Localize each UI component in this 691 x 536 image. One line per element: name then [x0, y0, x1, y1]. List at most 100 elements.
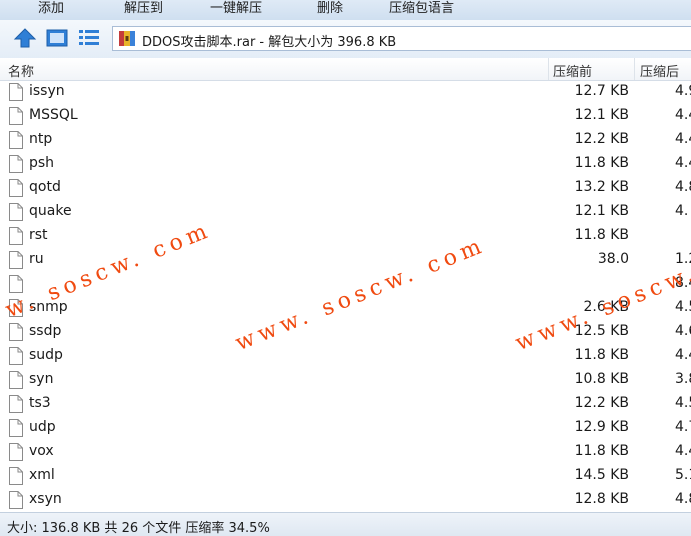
file-original-size: 11.8 KB [574, 155, 629, 171]
file-name: sudp [29, 347, 63, 363]
file-original-size: 12.9 KB [574, 419, 629, 435]
file-icon [9, 467, 23, 485]
file-original-size: 38.0 [597, 251, 629, 267]
file-icon [9, 155, 23, 173]
file-icon [9, 107, 23, 125]
column-original-size[interactable]: 压缩前 [553, 61, 592, 80]
file-row[interactable]: psh 11.8 KB 4.4 [0, 152, 691, 176]
file-row[interactable]: udp 12.9 KB 4.7 [0, 416, 691, 440]
file-row[interactable]: MSSQL 12.1 KB 4.4 [0, 104, 691, 128]
file-packed-size: 4.8 [675, 491, 691, 507]
file-icon [9, 275, 23, 293]
archive-path: DDOS攻击脚本.rar - 解包大小为 396.8 KB [142, 35, 397, 50]
file-packed-size: 4. [675, 203, 689, 219]
file-name: udp [29, 419, 56, 435]
file-name: quake [29, 203, 72, 219]
rar-archive-icon [119, 31, 135, 46]
file-packed-size: 4.8 [675, 179, 691, 195]
file-packed-size: 4.5 [675, 299, 691, 315]
file-name: ru [29, 251, 44, 267]
navigation-bar: DDOS攻击脚本.rar - 解包大小为 396.8 KB [0, 20, 691, 59]
file-packed-size: 4.9 [675, 83, 691, 99]
file-row[interactable]: xsyn 12.8 KB 4.8 [0, 488, 691, 512]
file-original-size: 12.7 KB [574, 83, 629, 99]
file-packed-size: 4.4 [675, 107, 691, 123]
file-icon [9, 131, 23, 149]
file-packed-size: 4.6 [675, 323, 691, 339]
file-original-size: 12.2 KB [574, 131, 629, 147]
file-row[interactable]: syn 10.8 KB 3.8 [0, 368, 691, 392]
file-icon [9, 395, 23, 413]
file-icon [9, 83, 23, 101]
file-name: ntp [29, 131, 53, 147]
file-name: MSSQL [29, 107, 78, 123]
add-button[interactable]: 添加 [38, 0, 64, 16]
file-row[interactable]: vox 11.8 KB 4.4 [0, 440, 691, 464]
file-name: vox [29, 443, 54, 459]
file-icon [9, 419, 23, 437]
list-view-icon [79, 30, 99, 45]
file-row[interactable]: qotd 13.2 KB 4.8 [0, 176, 691, 200]
file-icon [9, 251, 23, 269]
file-icon [9, 227, 23, 245]
file-original-size: 14.5 KB [574, 467, 629, 483]
column-header: 名称 压缩前 压缩后 [0, 58, 691, 81]
file-packed-size: 4.4 [675, 443, 691, 459]
file-packed-size: 4.4 [675, 347, 691, 363]
file-row[interactable]: ts3 12.2 KB 4.5 [0, 392, 691, 416]
address-bar[interactable]: DDOS攻击脚本.rar - 解包大小为 396.8 KB [112, 26, 691, 51]
file-original-size: 11.8 KB [574, 443, 629, 459]
one-click-extract-button[interactable]: 一键解压 [210, 0, 262, 16]
file-icon [9, 323, 23, 341]
file-row[interactable]: quake 12.1 KB 4. [0, 200, 691, 224]
file-packed-size: 4.4 [675, 155, 691, 171]
file-row[interactable]: xml 14.5 KB 5.1 [0, 464, 691, 488]
file-packed-size: 4.5 [675, 395, 691, 411]
file-name: qotd [29, 179, 61, 195]
file-name: issyn [29, 83, 65, 99]
file-original-size: 11.8 KB [574, 347, 629, 363]
file-original-size: 12.2 KB [574, 395, 629, 411]
file-icon [9, 443, 23, 461]
column-name[interactable]: 名称 [8, 61, 34, 80]
up-button[interactable] [12, 26, 38, 50]
file-row[interactable]: issyn 12.7 KB 4.9 [0, 80, 691, 104]
file-row[interactable]: rst 11.8 KB [0, 224, 691, 248]
file-packed-size: 3.8 [675, 371, 691, 387]
thumbnail-view-button[interactable] [44, 26, 70, 50]
thumbnail-view-icon [46, 29, 68, 47]
list-view-button[interactable] [76, 26, 102, 50]
file-original-size: 12.1 KB [574, 203, 629, 219]
file-row[interactable]: sudp 11.8 KB 4.4 [0, 344, 691, 368]
file-icon [9, 491, 23, 509]
file-name: syn [29, 371, 54, 387]
file-name: xml [29, 467, 55, 483]
file-icon [9, 347, 23, 365]
file-original-size: 10.8 KB [574, 371, 629, 387]
file-icon [9, 371, 23, 389]
status-text: 大小: 136.8 KB 共 26 个文件 压缩率 34.5% [7, 521, 270, 536]
toolbar: 添加 解压到 一键解压 删除 压缩包语言 [0, 0, 691, 21]
file-original-size: 11.8 KB [574, 227, 629, 243]
file-packed-size: 5.1 [675, 467, 691, 483]
up-arrow-icon [13, 28, 37, 48]
file-row[interactable]: ntp 12.2 KB 4.4 [0, 128, 691, 152]
column-packed-size[interactable]: 压缩后 [640, 61, 679, 80]
status-bar: 大小: 136.8 KB 共 26 个文件 压缩率 34.5% [0, 512, 691, 536]
language-pack-button[interactable]: 压缩包语言 [389, 0, 454, 16]
file-name: rst [29, 227, 48, 243]
file-name: ts3 [29, 395, 51, 411]
file-original-size: 12.8 KB [574, 491, 629, 507]
file-packed-size: 4.7 [675, 419, 691, 435]
column-separator[interactable] [634, 58, 635, 80]
column-separator[interactable] [548, 58, 549, 80]
file-original-size: 12.1 KB [574, 107, 629, 123]
file-name: psh [29, 155, 55, 171]
file-icon [9, 179, 23, 197]
extract-to-button[interactable]: 解压到 [124, 0, 163, 16]
file-icon [9, 203, 23, 221]
file-packed-size: 4.4 [675, 131, 691, 147]
delete-button[interactable]: 删除 [317, 0, 343, 16]
file-name: ssdp [29, 323, 62, 339]
file-name: xsyn [29, 491, 62, 507]
